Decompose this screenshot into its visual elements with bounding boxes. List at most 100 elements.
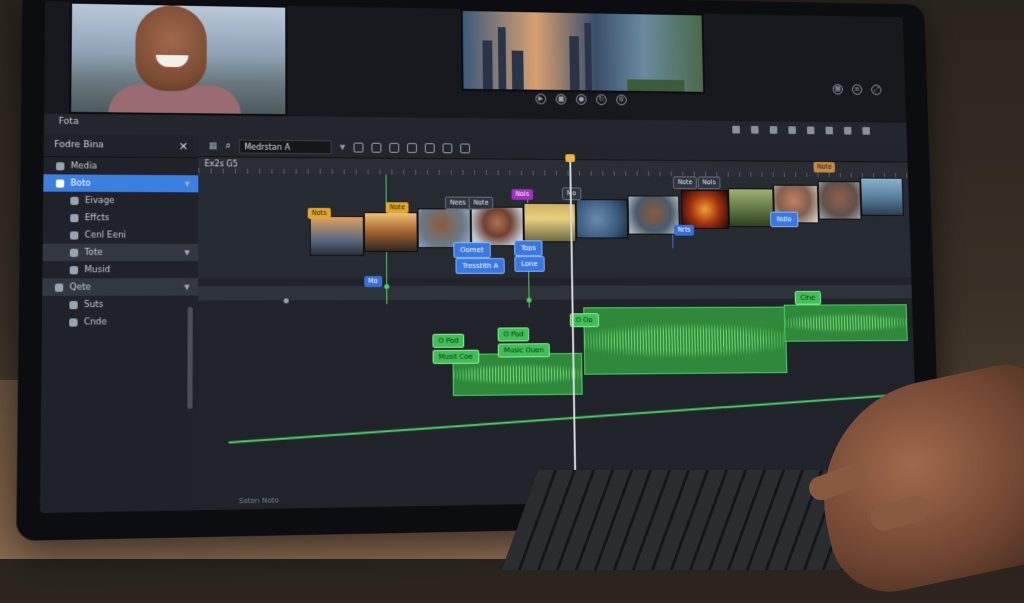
title-clip[interactable]: Ndlo bbox=[770, 212, 798, 228]
laptop: ▶ ■ ● ↻ ⚙ ▦ ≡ ⤢ Fota Fodre Bina ✕ Media … bbox=[16, 0, 941, 541]
source-preview-monitor[interactable] bbox=[69, 2, 287, 117]
audio-waveform bbox=[785, 312, 907, 334]
audio-clip-label[interactable]: Musit Coe bbox=[433, 350, 479, 364]
video-clip[interactable] bbox=[681, 190, 729, 229]
window-icon[interactable] bbox=[825, 127, 833, 135]
person-face bbox=[135, 5, 207, 92]
audio-clip[interactable] bbox=[583, 307, 787, 375]
layers-icon[interactable]: ≡ bbox=[852, 84, 862, 95]
video-clip[interactable] bbox=[364, 212, 418, 252]
video-clip[interactable] bbox=[860, 178, 904, 216]
clip-note-tag[interactable]: Mo bbox=[562, 187, 581, 200]
window-icon[interactable] bbox=[732, 126, 740, 134]
audio-clip-label[interactable]: O Pod bbox=[432, 334, 464, 348]
video-clip[interactable] bbox=[818, 181, 862, 220]
audio-clip-label[interactable]: O Oo bbox=[570, 313, 599, 327]
effects-icon bbox=[70, 214, 78, 222]
chevron-down-icon: ▼ bbox=[185, 180, 191, 188]
text-icon bbox=[70, 248, 78, 256]
editor-screen: ▶ ■ ● ↻ ⚙ ▦ ≡ ⤢ Fota Fodre Bina ✕ Media … bbox=[40, 1, 919, 513]
river-bank bbox=[627, 79, 684, 91]
audio-clip[interactable] bbox=[784, 304, 908, 341]
clip-note-tag[interactable]: Note bbox=[673, 176, 697, 189]
sidebar-item-cenl-eeni[interactable]: Cenl Eeni bbox=[43, 226, 198, 244]
split-icon[interactable] bbox=[407, 143, 417, 153]
loop-icon[interactable]: ↻ bbox=[596, 94, 607, 105]
volume-envelope-line[interactable] bbox=[229, 394, 902, 444]
window-icon[interactable] bbox=[788, 126, 796, 134]
city-building bbox=[512, 51, 524, 90]
sidebar-scrollbar[interactable] bbox=[187, 307, 192, 409]
snap-icon[interactable] bbox=[442, 143, 452, 153]
clip-note-tag[interactable]: Nrts bbox=[674, 225, 695, 236]
grid-icon[interactable]: ▦ bbox=[209, 141, 218, 151]
clip-note-tag[interactable]: Note bbox=[813, 162, 835, 173]
keyframe-dot[interactable] bbox=[284, 298, 289, 303]
clip-note-tag[interactable]: Nots bbox=[308, 208, 331, 219]
sidebar-item-media[interactable]: Media bbox=[43, 157, 198, 175]
image-icon bbox=[70, 196, 78, 204]
sidebar-item-qete[interactable]: Qete ▼ bbox=[42, 278, 198, 296]
keyframe-dot[interactable] bbox=[527, 298, 532, 303]
video-clip[interactable] bbox=[310, 216, 364, 256]
chevron-down-icon[interactable]: ▼ bbox=[340, 143, 345, 151]
sidebar-item-eivage[interactable]: Eivage bbox=[43, 192, 198, 210]
grid-icon[interactable]: ▦ bbox=[833, 84, 843, 95]
window-icon[interactable] bbox=[770, 126, 778, 134]
window-icon[interactable] bbox=[862, 127, 870, 135]
search-input[interactable]: Medrstan A bbox=[239, 139, 332, 154]
video-clip[interactable] bbox=[728, 188, 774, 227]
clip-note-tag[interactable]: Nols bbox=[512, 189, 534, 200]
audio-clip-label[interactable]: O Pod bbox=[498, 327, 530, 341]
clip-note-tag[interactable]: Note bbox=[386, 202, 409, 213]
sidebar-item-label: Boto bbox=[70, 178, 90, 188]
sidebar-item-effcts[interactable]: Effcts bbox=[43, 209, 198, 227]
video-clip[interactable] bbox=[523, 203, 576, 242]
sidebar-item-label: Media bbox=[71, 161, 98, 171]
settings-icon[interactable]: ⚙ bbox=[616, 95, 627, 106]
audio-clip-label[interactable]: Clne bbox=[795, 291, 821, 305]
sidebar-item-musid[interactable]: Musid bbox=[42, 261, 198, 278]
clip-note-tag[interactable]: Mo bbox=[364, 276, 382, 287]
close-icon[interactable]: ✕ bbox=[179, 140, 188, 153]
record-icon[interactable]: ● bbox=[576, 94, 587, 105]
title-clip[interactable]: Lone bbox=[514, 256, 544, 272]
program-preview-monitor[interactable] bbox=[461, 9, 705, 94]
video-clip[interactable] bbox=[576, 199, 629, 238]
title-clip[interactable]: Tops bbox=[514, 240, 543, 256]
window-icon[interactable] bbox=[751, 126, 759, 134]
title-clip[interactable]: Oomet bbox=[453, 242, 490, 258]
sidebar-item-tote[interactable]: Tote ▼ bbox=[43, 244, 199, 261]
clip-note-tag[interactable]: Nols bbox=[698, 176, 721, 189]
transition-icon bbox=[55, 283, 63, 291]
trim-icon[interactable] bbox=[389, 142, 399, 152]
sidebar-item-suts[interactable]: Suts bbox=[42, 296, 198, 314]
sidebar-item-boto[interactable]: Boto ▼ bbox=[43, 174, 198, 192]
timeline[interactable]: Ex2s G5 Nots Note Nees Note Nols Mo Note… bbox=[197, 157, 918, 510]
marker-icon[interactable] bbox=[424, 143, 434, 153]
playhead-handle[interactable] bbox=[565, 154, 575, 162]
audio-clip-label[interactable]: Music Ouen bbox=[498, 343, 550, 357]
fit-icon[interactable]: ⤢ bbox=[871, 85, 881, 96]
clip-note-tag[interactable]: Note bbox=[469, 197, 494, 210]
scissors-icon[interactable] bbox=[353, 142, 363, 152]
stop-icon[interactable]: ■ bbox=[556, 94, 567, 105]
sidebar-item-label: Tote bbox=[84, 247, 102, 257]
window-icon[interactable] bbox=[807, 127, 815, 135]
preview-area: ▶ ■ ● ↻ ⚙ ▦ ≡ ⤢ bbox=[44, 1, 906, 123]
sound-icon bbox=[69, 300, 77, 308]
title-clip[interactable]: Tresstith A bbox=[455, 258, 505, 274]
playback-controls: ▶ ■ ● ↻ ⚙ bbox=[535, 94, 626, 106]
chevron-down-icon: ▼ bbox=[184, 283, 190, 291]
link-icon[interactable] bbox=[371, 142, 381, 152]
sidebar-item-label: Suts bbox=[84, 299, 103, 309]
sidebar-item-label: Musid bbox=[84, 265, 110, 275]
window-icon[interactable] bbox=[844, 127, 852, 135]
zoom-icon[interactable] bbox=[460, 143, 470, 153]
sidebar-item-cnde[interactable]: Cnde bbox=[42, 313, 198, 331]
video-clip[interactable] bbox=[628, 195, 680, 234]
play-icon[interactable]: ▶ bbox=[535, 94, 546, 105]
audio-waveform bbox=[454, 362, 582, 387]
clip-note-tag[interactable]: Nees bbox=[445, 197, 471, 210]
keyframe-dot[interactable] bbox=[384, 284, 389, 289]
